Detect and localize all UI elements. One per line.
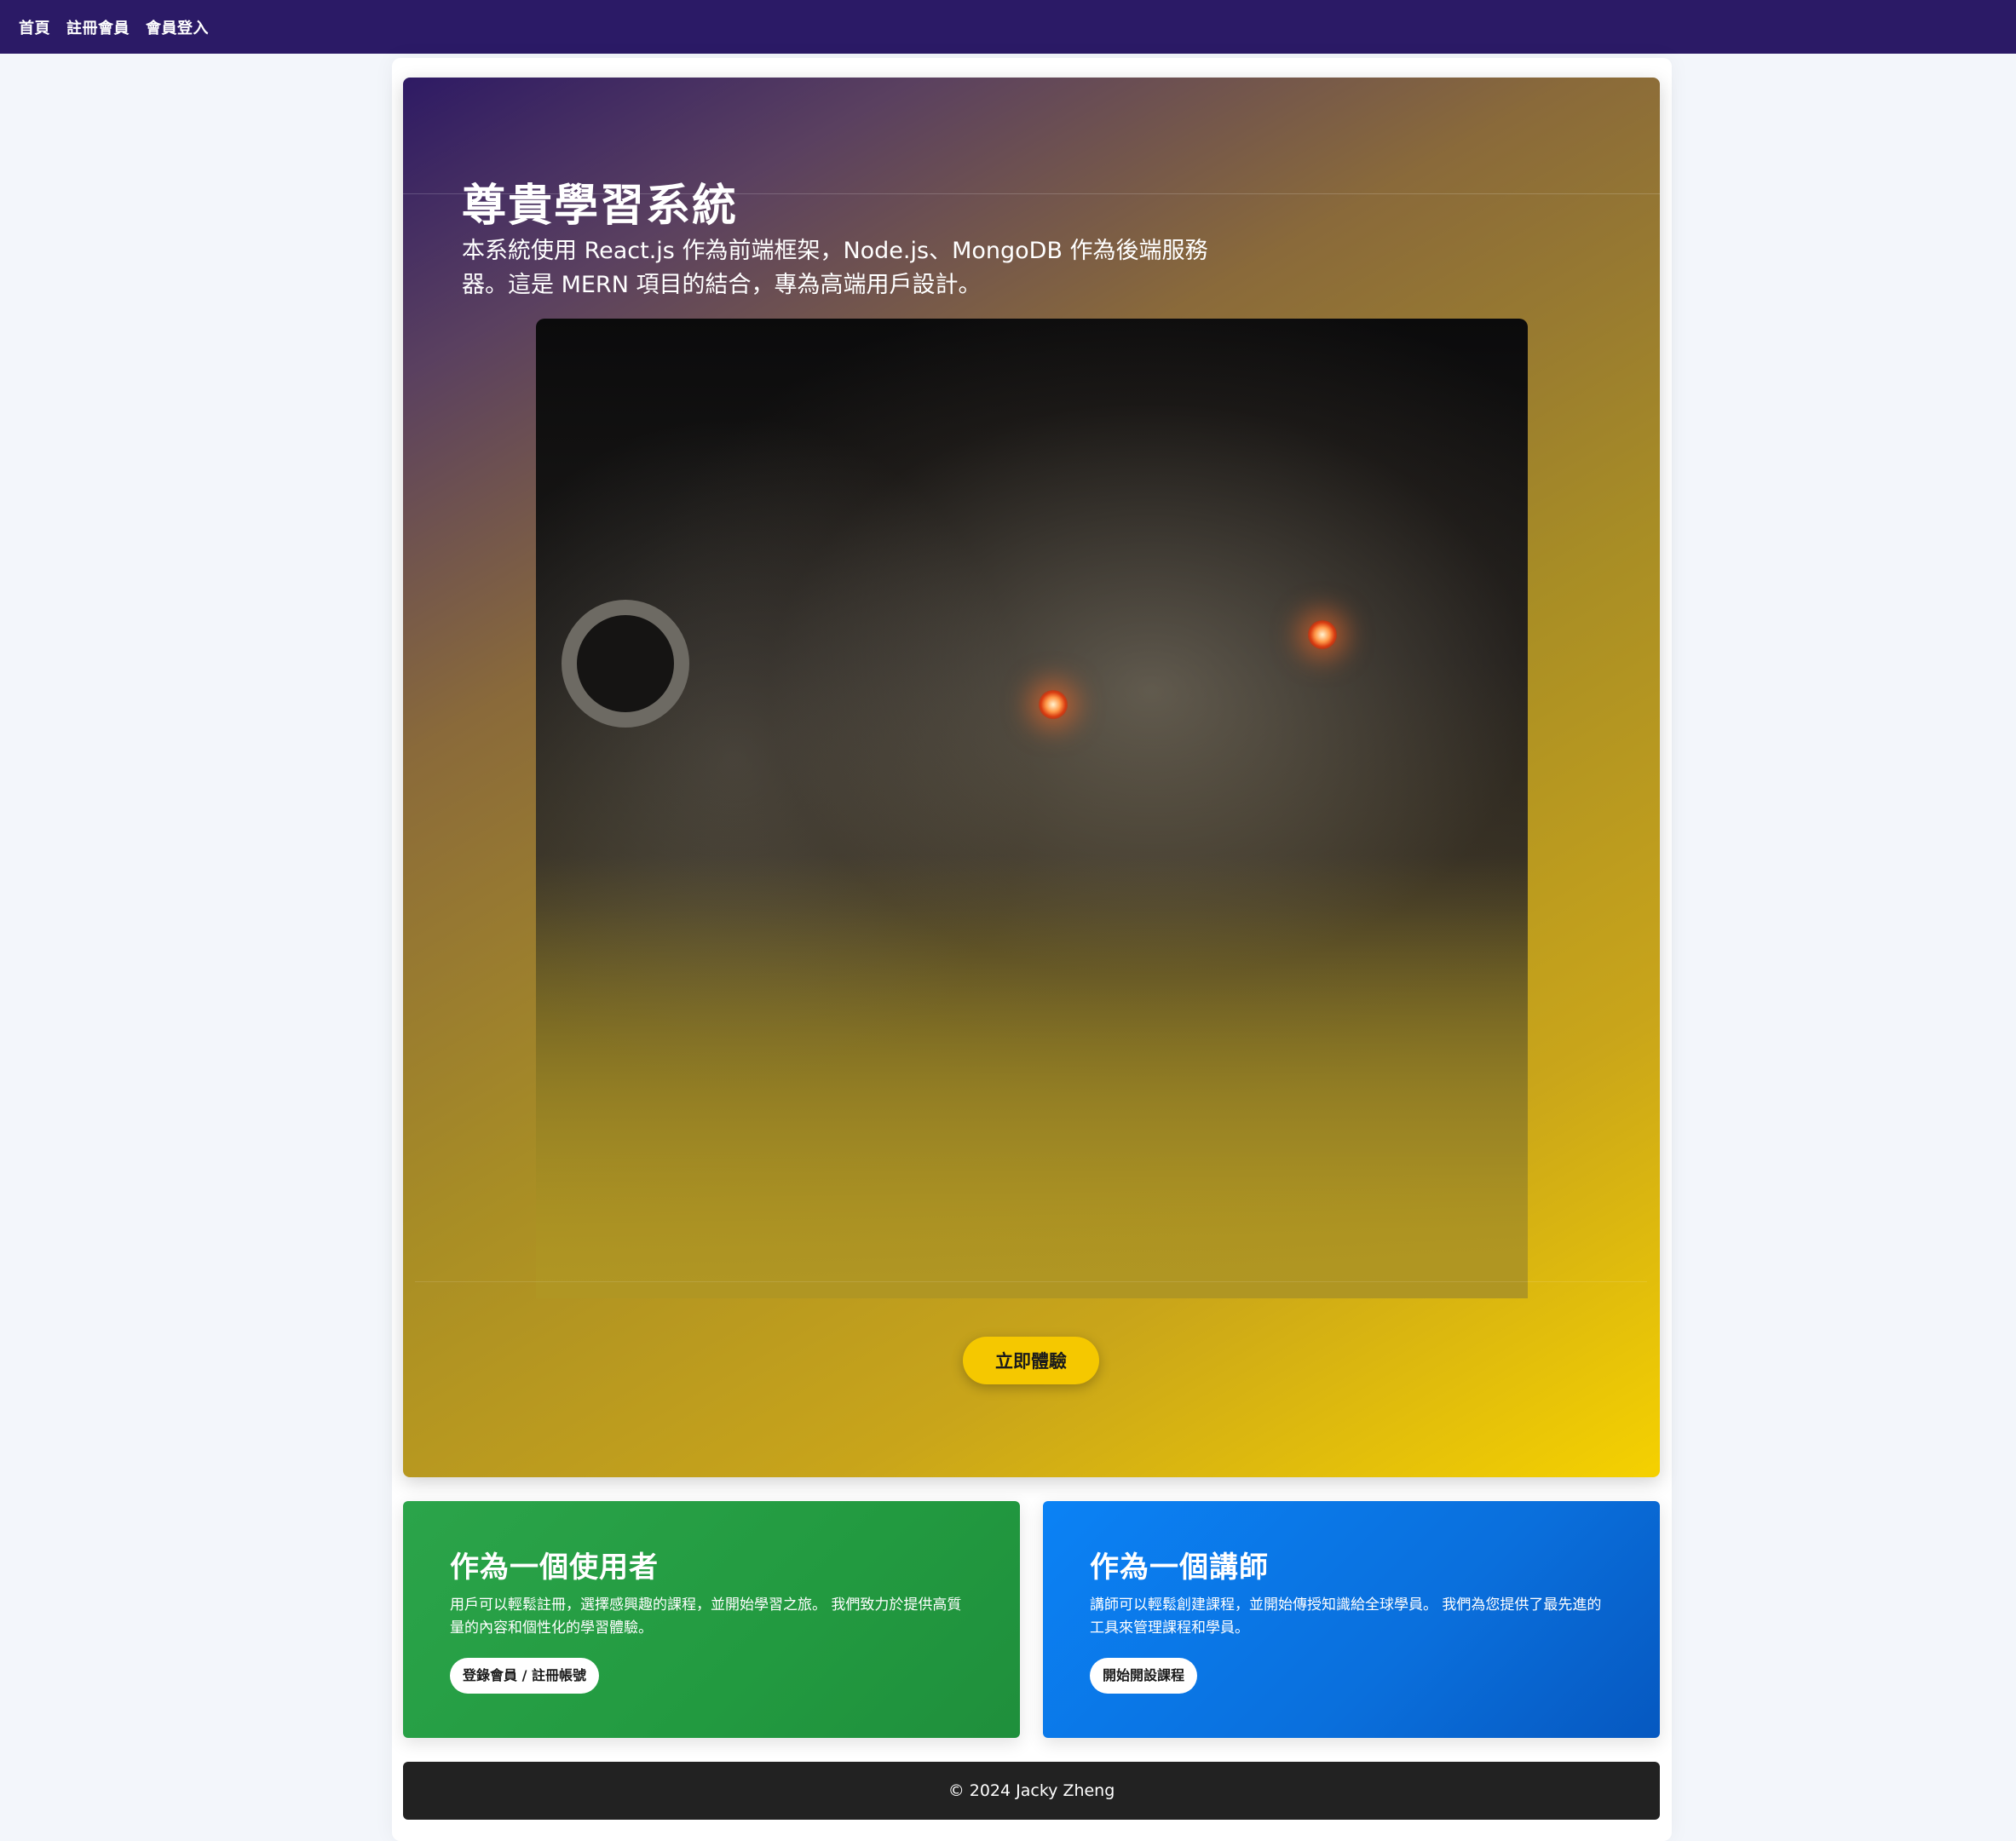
teacher-card-title: 作為一個講師: [1090, 1550, 1269, 1585]
hero-illustration: [536, 319, 1528, 1298]
nav-link-login[interactable]: 會員登入: [146, 16, 209, 38]
gun-barrel-shape: [562, 600, 689, 728]
user-card-title: 作為一個使用者: [450, 1550, 659, 1585]
nav-link-register[interactable]: 註冊會員: [66, 16, 130, 38]
hero-title: 尊貴學習系統: [462, 181, 739, 232]
footer-copyright: © 2024 Jacky Zheng: [948, 1781, 1115, 1800]
create-course-button[interactable]: 開始開設課程: [1090, 1658, 1198, 1694]
user-card: 作為一個使用者 用戶可以輕鬆註冊，選擇感興趣的課程，並開始學習之旅。 我們致力於…: [403, 1501, 1020, 1738]
hero-description: 本系統使用 React.js 作為前端框架，Node.js、MongoDB 作為…: [462, 238, 1208, 298]
user-card-text: 用戶可以輕鬆註冊，選擇感興趣的課程，並開始學習之旅。 我們致力於提供高質量的內容…: [450, 1596, 962, 1637]
teacher-card-text: 講師可以輕鬆創建課程，並開始傳授知識給全球學員。 我們為您提供了最先進的工具來管…: [1090, 1596, 1602, 1637]
footer: © 2024 Jacky Zheng: [403, 1762, 1660, 1820]
hero-divider-bottom: [415, 1281, 1647, 1282]
try-now-button[interactable]: 立即體驗: [963, 1337, 1099, 1384]
hero-section: 尊貴學習系統 本系統使用 React.js 作為前端框架，Node.js、Mon…: [403, 78, 1660, 1477]
top-navbar: 首頁 註冊會員 會員登入: [0, 0, 2016, 54]
login-register-button[interactable]: 登錄會員 / 註冊帳號: [450, 1658, 599, 1694]
nav-link-home[interactable]: 首頁: [19, 16, 50, 38]
glowing-eye-right: [1308, 620, 1337, 649]
illustration-fade: [536, 855, 1528, 1298]
teacher-card: 作為一個講師 講師可以輕鬆創建課程，並開始傳授知識給全球學員。 我們為您提供了最…: [1043, 1501, 1660, 1738]
glowing-eye-left: [1039, 690, 1068, 719]
